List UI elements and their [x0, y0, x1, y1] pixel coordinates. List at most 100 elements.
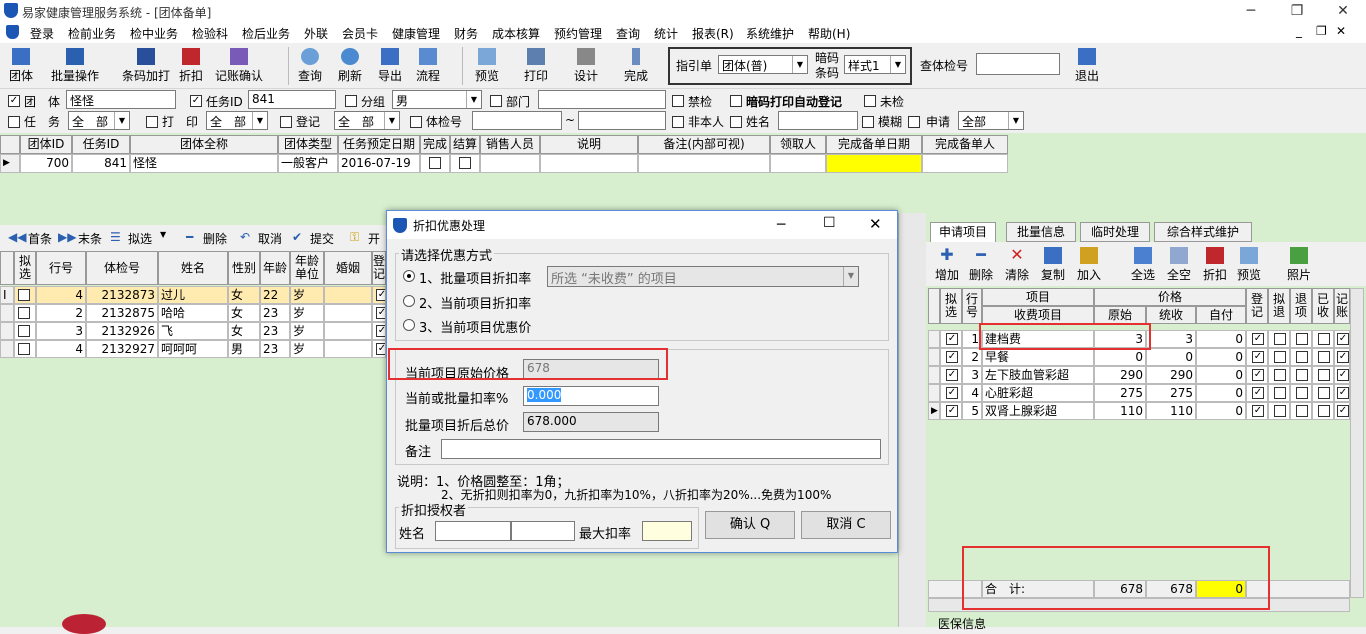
col-item[interactable]: 项目 — [982, 288, 1094, 306]
table-cell[interactable]: ✓ — [940, 402, 962, 420]
menu-outreach[interactable]: 外联 — [304, 25, 328, 42]
item-vertical-scrollbar[interactable] — [1350, 288, 1364, 598]
table-cell[interactable] — [922, 154, 1008, 173]
table-cell[interactable]: ✓ — [940, 384, 962, 402]
col-item-return[interactable]: 退项 — [1290, 288, 1312, 324]
table-cell[interactable] — [1290, 402, 1312, 420]
menu-membercard[interactable]: 会员卡 — [342, 25, 378, 42]
tab-batch-info[interactable]: 批量信息 — [1006, 222, 1076, 242]
col-task-id[interactable]: 任务ID — [72, 135, 130, 154]
table-cell[interactable]: 岁 — [290, 322, 324, 340]
table-cell[interactable]: 700 — [20, 154, 72, 173]
row-checkbox[interactable]: ✓ — [376, 325, 385, 337]
table-cell[interactable]: 岁 — [290, 304, 324, 322]
table-cell[interactable] — [14, 286, 36, 304]
table-cell[interactable]: 一般客户 — [278, 154, 338, 173]
row-checkbox[interactable] — [1318, 387, 1330, 399]
menu-cost[interactable]: 成本核算 — [492, 25, 540, 42]
table-cell[interactable] — [1290, 348, 1312, 366]
complete-checkbox[interactable] — [429, 157, 441, 169]
table-cell[interactable]: 22 — [260, 286, 290, 304]
row-indicator[interactable] — [0, 304, 14, 322]
total-after-input[interactable]: 678.000 — [523, 412, 659, 432]
row-checkbox[interactable] — [1296, 387, 1308, 399]
task-select[interactable]: 全 部 ▼ — [68, 111, 130, 130]
row-indicator[interactable] — [928, 348, 940, 366]
table-cell[interactable] — [14, 322, 36, 340]
row-checkbox[interactable]: ✓ — [376, 343, 385, 355]
table-cell[interactable] — [1290, 366, 1312, 384]
chevron-down-icon[interactable]: ▼ — [160, 230, 166, 239]
table-cell[interactable]: 0 — [1196, 348, 1246, 366]
max-rate-input[interactable] — [642, 521, 692, 541]
table-cell[interactable]: 23 — [260, 304, 290, 322]
apply-checkbox[interactable] — [908, 116, 920, 128]
menu-precheck[interactable]: 检前业务 — [68, 25, 116, 42]
menu-maintenance[interactable]: 系统维护 — [746, 25, 794, 42]
export-button[interactable]: 导出 — [374, 45, 406, 87]
group-checkbox[interactable]: ✓ — [8, 95, 20, 107]
subgroup-select[interactable]: 男 ▼ — [392, 90, 482, 109]
table-cell[interactable]: 怪怪 — [130, 154, 278, 173]
vertical-scrollbar[interactable] — [898, 213, 926, 627]
restore-button[interactable]: ❐ — [1274, 0, 1320, 22]
table-cell[interactable]: 岁 — [290, 340, 324, 358]
rate-input[interactable]: 0.000 — [523, 386, 659, 406]
table-cell[interactable] — [1312, 366, 1334, 384]
table-cell[interactable]: 2132875 — [86, 304, 158, 322]
table-cell[interactable]: ✓ — [372, 322, 386, 340]
subgroup-checkbox[interactable] — [345, 95, 357, 107]
row-checkbox[interactable]: ✓ — [1337, 369, 1349, 381]
row-checkbox[interactable] — [1296, 351, 1308, 363]
col-item-received[interactable]: 已收 — [1312, 288, 1334, 324]
table-cell[interactable] — [480, 154, 540, 173]
col-original[interactable]: 原始 — [1094, 306, 1146, 324]
dialog-minimize-button[interactable]: ─ — [777, 217, 785, 233]
name-checkbox[interactable] — [730, 116, 742, 128]
col-complete-date[interactable]: 完成备单日期 — [826, 135, 922, 154]
row-checkbox[interactable]: ✓ — [1337, 351, 1349, 363]
col-item-draft[interactable]: 拟退 — [1268, 288, 1290, 324]
discount-button[interactable]: 折扣 — [176, 45, 206, 87]
table-cell[interactable]: 23 — [260, 322, 290, 340]
table-cell[interactable] — [638, 154, 770, 173]
name-input[interactable] — [778, 111, 858, 130]
row-checkbox[interactable] — [1274, 405, 1286, 417]
col-marriage[interactable]: 婚姻 — [324, 251, 372, 285]
apply-select[interactable]: 全部 ▼ — [958, 111, 1024, 130]
batch-rate-radio[interactable] — [403, 270, 415, 282]
join-button[interactable]: 加入 — [1076, 244, 1102, 286]
dept-input[interactable] — [538, 90, 666, 109]
nonself-checkbox[interactable] — [672, 116, 684, 128]
table-cell[interactable]: 0 — [1196, 384, 1246, 402]
dialog-maximize-button[interactable]: ☐ — [823, 215, 836, 231]
col-age[interactable]: 年龄 — [260, 251, 290, 285]
table-cell[interactable]: 4 — [36, 340, 86, 358]
row-checkbox[interactable] — [1318, 351, 1330, 363]
row-checkbox[interactable] — [1274, 351, 1286, 363]
row-checkbox[interactable] — [1318, 333, 1330, 345]
col-settle[interactable]: 结算 — [450, 135, 480, 154]
table-cell[interactable] — [1268, 330, 1290, 348]
table-cell[interactable] — [14, 304, 36, 322]
query-button[interactable]: 查询 — [294, 45, 326, 87]
menu-stats[interactable]: 统计 — [654, 25, 678, 42]
row-checkbox[interactable] — [1274, 333, 1286, 345]
row-checkbox[interactable] — [1318, 405, 1330, 417]
col-item-account[interactable]: 记账 — [1334, 288, 1350, 324]
register-select[interactable]: 全 部 ▼ — [334, 111, 400, 130]
table-cell[interactable]: 5 — [962, 402, 982, 420]
table-cell[interactable]: ✓ — [1246, 366, 1268, 384]
col-price[interactable]: 价格 — [1094, 288, 1246, 306]
table-cell[interactable] — [1268, 348, 1290, 366]
checkno-from-input[interactable] — [472, 111, 562, 130]
clear-button[interactable]: ✕ 清除 — [1004, 244, 1030, 286]
open-button[interactable]: 开 — [368, 230, 380, 247]
row-checkbox[interactable] — [1296, 333, 1308, 345]
register-checkbox[interactable] — [280, 116, 292, 128]
flow-button[interactable]: 流程 — [412, 45, 444, 87]
first-button[interactable]: 首条 — [28, 230, 52, 247]
row-checkbox[interactable]: ✓ — [946, 405, 958, 417]
row-indicator[interactable] — [0, 340, 14, 358]
cancel-button[interactable]: 取消 C — [801, 511, 891, 539]
